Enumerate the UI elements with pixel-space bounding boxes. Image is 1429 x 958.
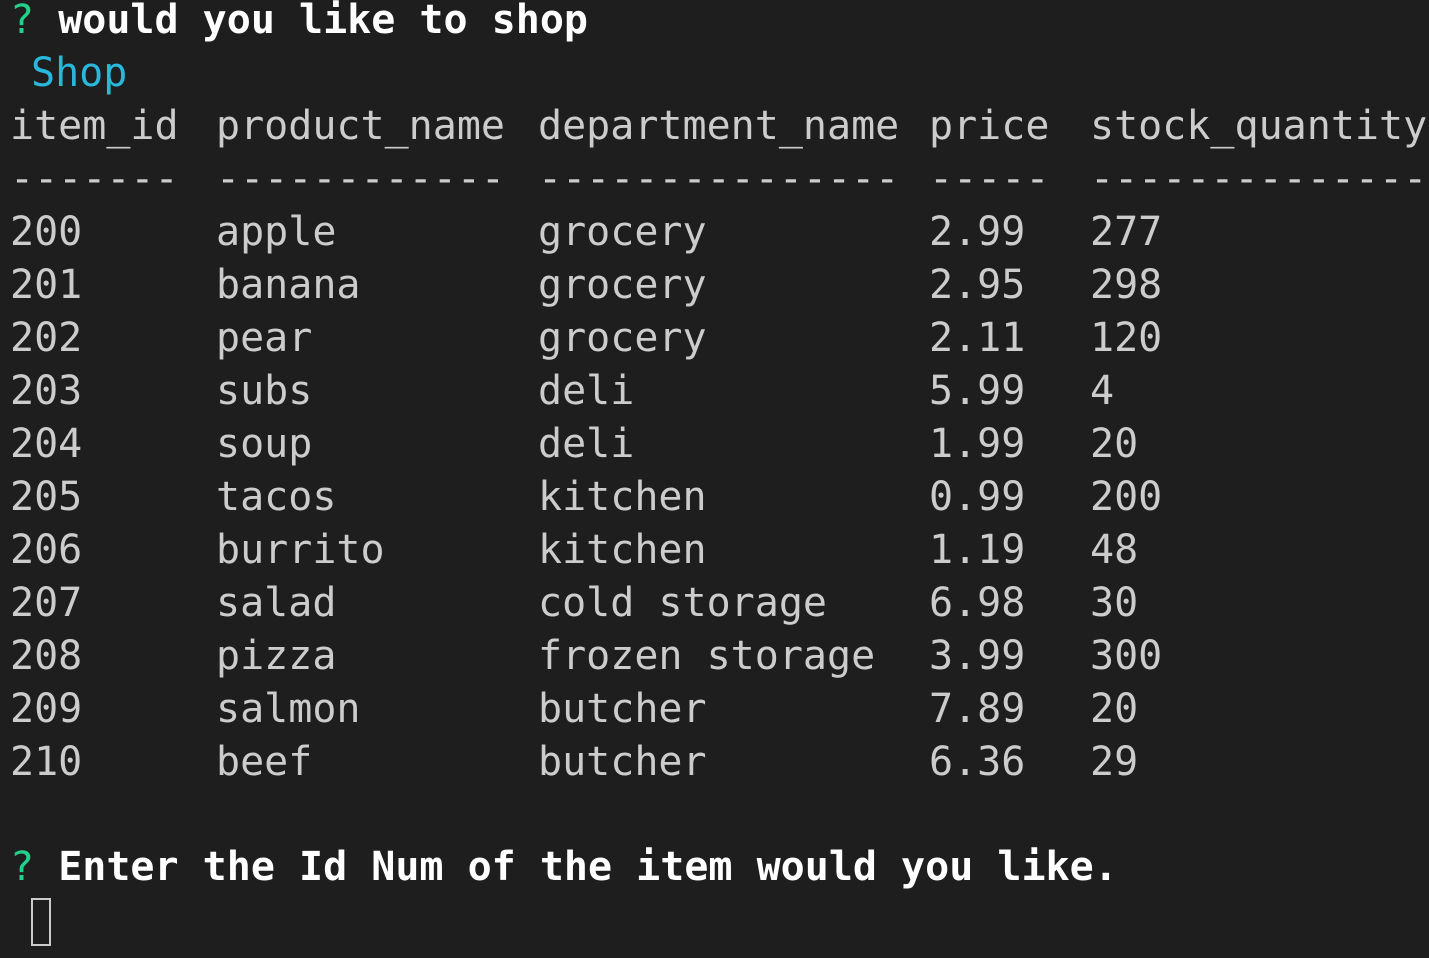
cell-product-name: beef [216,739,313,785]
cell-department-name: cold storage [538,580,827,626]
question-marker: ? [10,0,35,43]
cell-item-id: 209 [10,686,83,732]
cell-product-name: burrito [216,527,385,573]
header-department-name: department_name [538,103,900,149]
cell-price: 0.99 [929,474,1026,520]
cell-product-name: banana [216,262,361,308]
cell-product-name: apple [216,209,337,255]
text-cursor[interactable] [31,898,51,946]
cell-item-id: 205 [10,474,83,520]
cell-price: 6.98 [929,580,1026,626]
cell-stock-quantity: 30 [1090,580,1139,626]
cell-stock-quantity: 4 [1090,368,1115,414]
cell-stock-quantity: 277 [1090,209,1163,255]
question-marker: ? [10,844,35,890]
cell-item-id: 201 [10,262,83,308]
cell-department-name: kitchen [538,527,707,573]
cell-stock-quantity: 20 [1090,421,1139,467]
cell-price: 2.99 [929,209,1026,255]
cell-item-id: 208 [10,633,83,679]
cell-stock-quantity: 298 [1090,262,1163,308]
separator: ------- [10,156,179,202]
cell-stock-quantity: 300 [1090,633,1163,679]
separator: -------------- [1090,156,1428,202]
cell-department-name: grocery [538,262,707,308]
cell-stock-quantity: 20 [1090,686,1139,732]
cell-stock-quantity: 200 [1090,474,1163,520]
cell-price: 5.99 [929,368,1026,414]
cell-price: 3.99 [929,633,1026,679]
cell-product-name: salad [216,580,337,626]
cell-stock-quantity: 29 [1090,739,1139,785]
cell-department-name: butcher [538,739,707,785]
cell-department-name: frozen storage [538,633,876,679]
separator: ------------ [216,156,505,202]
prompt-line-item-id: ? Enter the Id Num of the item would you… [10,841,1118,894]
cell-department-name: grocery [538,315,707,361]
separator: --------------- [538,156,900,202]
cell-price: 7.89 [929,686,1026,732]
prompt-answer: Shop [31,50,128,96]
cell-department-name: deli [538,368,635,414]
cell-product-name: tacos [216,474,337,520]
cell-product-name: soup [216,421,313,467]
header-price: price [929,103,1050,149]
cell-department-name: deli [538,421,635,467]
cell-price: 6.36 [929,739,1026,785]
cell-stock-quantity: 120 [1090,315,1163,361]
cell-item-id: 206 [10,527,83,573]
cell-item-id: 204 [10,421,83,467]
header-stock-quantity: stock_quantity [1090,103,1428,149]
header-item-id: item_id [10,103,179,149]
separator: ----- [929,156,1050,202]
cell-product-name: salmon [216,686,361,732]
cell-department-name: kitchen [538,474,707,520]
prompt-question: would you like to shop [58,0,588,43]
cell-price: 1.19 [929,527,1026,573]
cell-price: 2.95 [929,262,1026,308]
cell-item-id: 200 [10,209,83,255]
cell-department-name: butcher [538,686,707,732]
cell-item-id: 202 [10,315,83,361]
cell-price: 1.99 [929,421,1026,467]
cell-product-name: subs [216,368,313,414]
cell-item-id: 210 [10,739,83,785]
cell-price: 2.11 [929,315,1026,361]
cell-product-name: pear [216,315,313,361]
header-product-name: product_name [216,103,505,149]
prompt-line-shop: ? would you like to shop [10,0,588,47]
cell-department-name: grocery [538,209,707,255]
prompt-question: Enter the Id Num of the item would you l… [58,844,1118,890]
cell-product-name: pizza [216,633,337,679]
cell-item-id: 203 [10,368,83,414]
cell-stock-quantity: 48 [1090,527,1139,573]
cell-item-id: 207 [10,580,83,626]
